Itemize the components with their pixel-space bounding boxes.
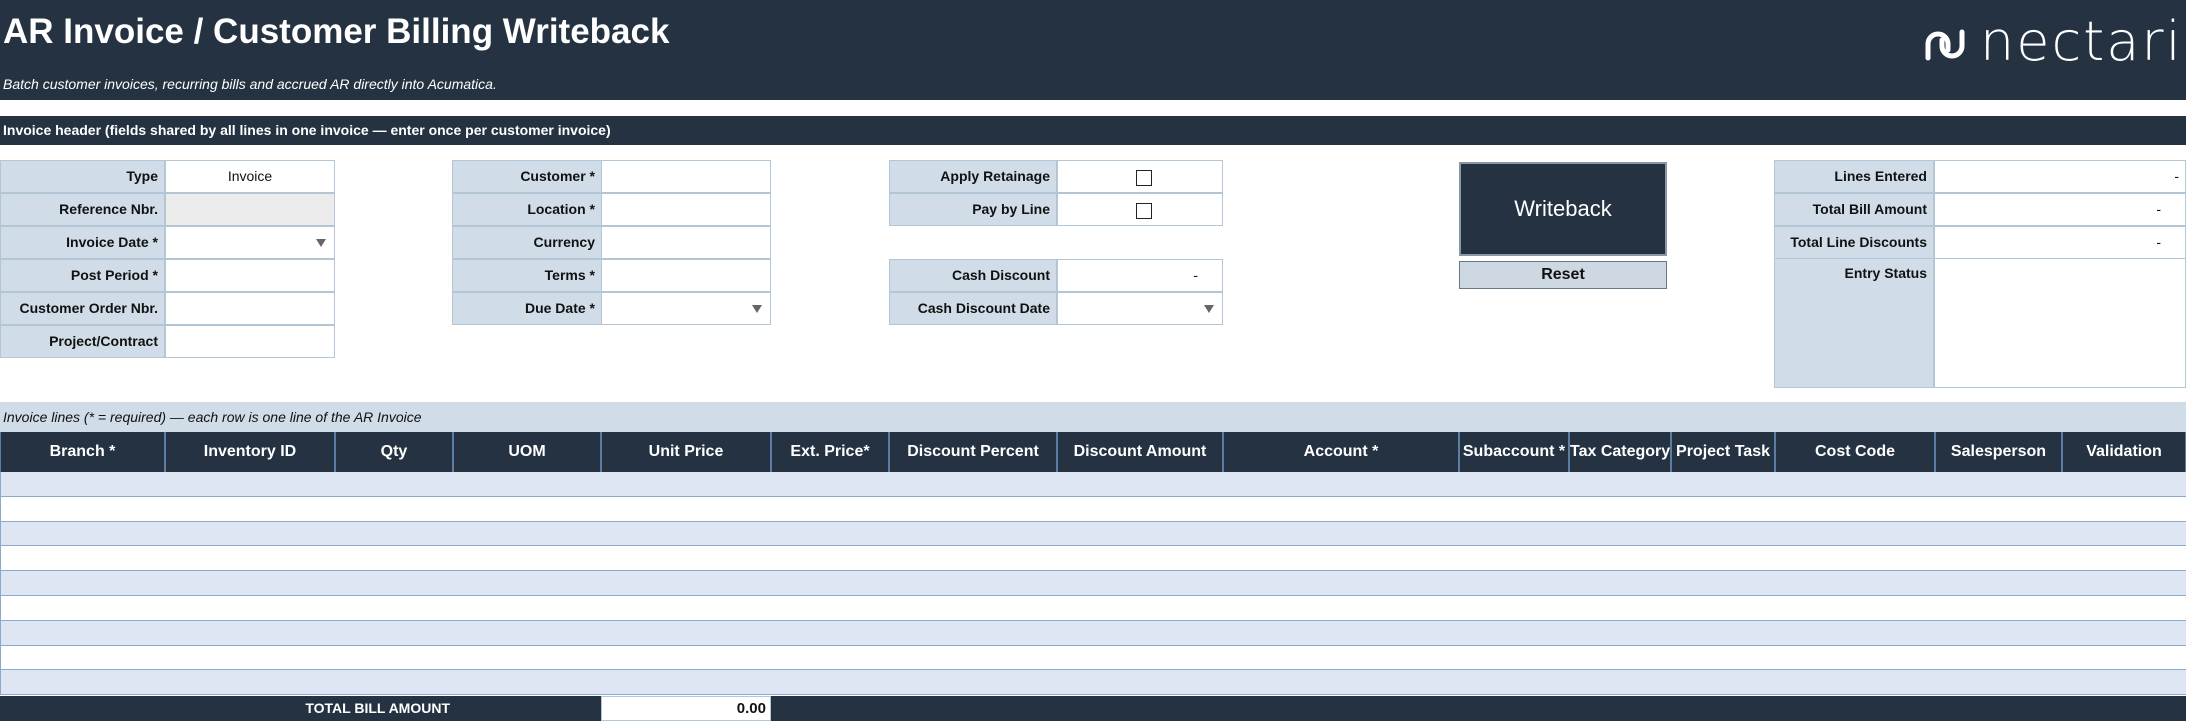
column-header-ext-price[interactable]: Ext. Price*: [771, 432, 889, 472]
chevron-down-icon: [316, 239, 326, 247]
location-label: Location *: [452, 193, 602, 226]
pay-by-line-cell: [1057, 193, 1223, 226]
due-date-label: Due Date *: [452, 292, 602, 325]
location-field[interactable]: [601, 193, 771, 226]
pay-by-line-checkbox[interactable]: [1136, 203, 1152, 219]
total-bill-amount-footer-value: 0.00: [601, 696, 771, 721]
total-bill-amount-footer-label: TOTAL BILL AMOUNT: [305, 700, 450, 716]
table-row[interactable]: [0, 670, 2186, 696]
reset-button[interactable]: Reset: [1459, 261, 1667, 289]
table-row[interactable]: [0, 595, 2186, 621]
customer-order-label: Customer Order Nbr.: [0, 292, 165, 325]
invoice-date-label: Invoice Date *: [0, 226, 165, 259]
column-header-tax-category[interactable]: Tax Category: [1569, 432, 1671, 472]
invoice-date-dropdown[interactable]: [165, 226, 335, 259]
lines-entered-value: -: [1934, 160, 2186, 193]
apply-retainage-checkbox[interactable]: [1136, 170, 1152, 186]
cash-discount-date-dropdown[interactable]: [1057, 292, 1223, 325]
column-header-validation[interactable]: Validation: [2062, 432, 2186, 472]
apply-retainage-cell: [1057, 160, 1223, 193]
total-line-discounts-label: Total Line Discounts: [1774, 226, 1934, 259]
page-subtitle: Batch customer invoices, recurring bills…: [3, 76, 497, 92]
column-header-discount-amount[interactable]: Discount Amount: [1057, 432, 1223, 472]
entry-status-box: [1934, 258, 2186, 388]
column-header-inventory-id[interactable]: Inventory ID: [165, 432, 335, 472]
terms-field[interactable]: [601, 259, 771, 292]
column-header-project-task[interactable]: Project Task: [1671, 432, 1775, 472]
column-header-salesperson[interactable]: Salesperson: [1935, 432, 2062, 472]
total-bill-amount-value: -: [1934, 193, 2186, 226]
customer-label: Customer *: [452, 160, 602, 193]
reference-nbr-label: Reference Nbr.: [0, 193, 165, 226]
cash-discount-date-label: Cash Discount Date: [889, 292, 1057, 325]
lines-entered-label: Lines Entered: [1774, 160, 1934, 193]
column-header-cost-code[interactable]: Cost Code: [1775, 432, 1935, 472]
chevron-down-icon: [752, 305, 762, 313]
terms-label: Terms *: [452, 259, 602, 292]
cash-discount-label: Cash Discount: [889, 259, 1057, 292]
reference-nbr-field: [165, 193, 335, 226]
entry-status-label: Entry Status: [1774, 258, 1934, 388]
writeback-button[interactable]: Writeback: [1459, 162, 1667, 256]
column-header-branch[interactable]: Branch *: [0, 432, 165, 472]
total-line-discounts-value: -: [1934, 226, 2186, 259]
column-header-unit-price[interactable]: Unit Price: [601, 432, 771, 472]
post-period-label: Post Period *: [0, 259, 165, 292]
apply-retainage-label: Apply Retainage: [889, 160, 1057, 193]
column-header-qty[interactable]: Qty: [335, 432, 453, 472]
currency-label: Currency: [452, 226, 602, 259]
nectari-logo: nectari: [1920, 8, 2181, 73]
pay-by-line-label: Pay by Line: [889, 193, 1057, 226]
total-bill-amount-label: Total Bill Amount: [1774, 193, 1934, 226]
column-header-subaccount[interactable]: Subaccount *: [1459, 432, 1569, 472]
chevron-down-icon: [1204, 305, 1214, 313]
invoice-lines-caption: Invoice lines (* = required) — each row …: [0, 402, 2186, 432]
table-row[interactable]: [0, 620, 2186, 646]
column-header-uom[interactable]: UOM: [453, 432, 601, 472]
nectari-mark-icon: [1925, 29, 1965, 61]
table-row[interactable]: [0, 521, 2186, 547]
table-row[interactable]: [0, 472, 2186, 497]
column-header-discount-percent[interactable]: Discount Percent: [889, 432, 1057, 472]
due-date-dropdown[interactable]: [601, 292, 771, 325]
invoice-lines-header: Branch * Inventory ID Qty UOM Unit Price…: [0, 432, 2186, 472]
project-contract-field[interactable]: [165, 325, 335, 358]
page-title: AR Invoice / Customer Billing Writeback: [3, 12, 670, 51]
project-contract-label: Project/Contract: [0, 325, 165, 358]
invoice-lines-grid: [0, 472, 2186, 696]
table-row[interactable]: [0, 496, 2186, 522]
table-row[interactable]: [0, 571, 2186, 596]
post-period-field[interactable]: [165, 259, 335, 292]
table-row[interactable]: [0, 546, 2186, 572]
invoice-header-section-title: Invoice header (fields shared by all lin…: [0, 116, 2186, 145]
logo-wordmark: nectari: [1980, 10, 2183, 73]
type-label: Type: [0, 160, 165, 193]
customer-field[interactable]: [601, 160, 771, 193]
type-field[interactable]: Invoice: [165, 160, 335, 193]
column-header-account[interactable]: Account *: [1223, 432, 1459, 472]
table-row[interactable]: [0, 645, 2186, 671]
currency-field[interactable]: [601, 226, 771, 259]
cash-discount-field[interactable]: -: [1057, 259, 1223, 292]
customer-order-field[interactable]: [165, 292, 335, 325]
